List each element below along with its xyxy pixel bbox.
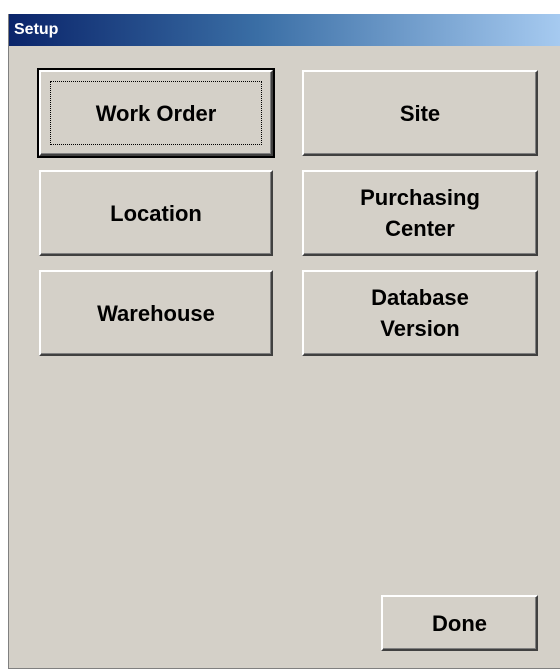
work-order-button[interactable]: Work Order — [37, 68, 275, 158]
database-version-button[interactable]: Database Version — [302, 270, 538, 356]
database-version-label: Database Version — [371, 285, 469, 341]
location-button[interactable]: Location — [39, 170, 273, 256]
warehouse-label: Warehouse — [97, 300, 215, 326]
warehouse-button[interactable]: Warehouse — [39, 270, 273, 356]
focus-rect: Work Order — [50, 81, 262, 145]
title-bar[interactable]: Setup — [9, 14, 560, 46]
done-button[interactable]: Done — [381, 595, 538, 651]
purchasing-center-label: Purchasing Center — [360, 185, 480, 241]
window-title: Setup — [14, 21, 59, 38]
location-label: Location — [110, 200, 202, 226]
site-label: Site — [399, 100, 441, 126]
done-label: Done — [432, 610, 487, 636]
purchasing-center-button[interactable]: Purchasing Center — [302, 170, 538, 256]
setup-window: Setup Work Order Site Location Purchasin… — [8, 14, 560, 669]
work-order-label: Work Order — [95, 100, 217, 126]
site-button[interactable]: Site — [302, 70, 538, 156]
